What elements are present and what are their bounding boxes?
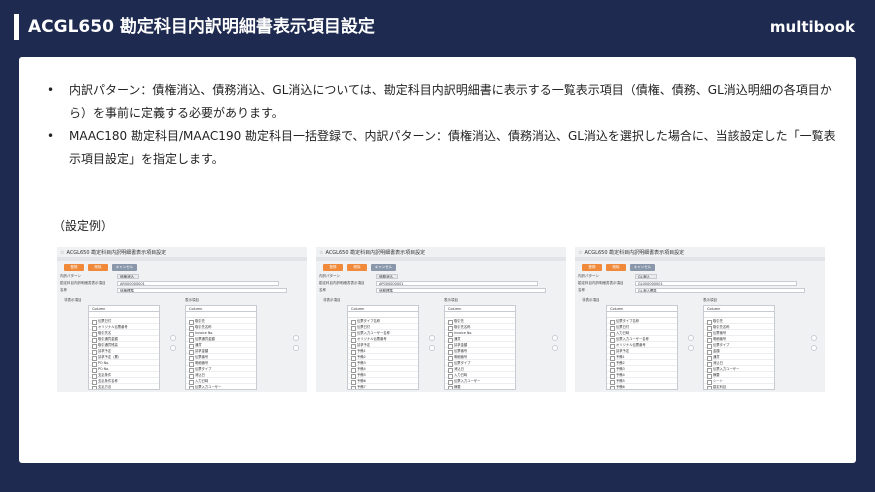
list-item[interactable]: 摘要 — [445, 384, 515, 389]
delete-button[interactable]: 削除 — [606, 264, 626, 271]
bullet-item: MAAC180 勘定科目/MAAC190 勘定科目一括登録で、内訳パターン：債権… — [47, 125, 837, 171]
name-field[interactable]: 債務標準 — [376, 288, 546, 293]
setting-label: 勘定科目内訳明細書表示項目 — [578, 281, 624, 285]
name-field[interactable]: GL消込標準 — [635, 288, 805, 293]
example-label: （設定例） — [53, 219, 114, 233]
screen-toolbar — [316, 257, 566, 261]
bullet-item: 内訳パターン：債権消込、債務消込、GL消込については、勘定科目内訳明細書に表示す… — [47, 79, 837, 125]
cancel-button[interactable]: キャンセル — [112, 264, 137, 271]
example-screenshot: ☆ ACGL650 勘定科目内訳明細書表示項目設定 登録 削除 キャンセル 内訳パターン債… — [316, 247, 566, 392]
name-label: 名称 — [60, 288, 67, 292]
bullet-list: 内訳パターン：債権消込、債務消込、GL消込については、勘定科目内訳明細書に表示す… — [47, 79, 837, 171]
screen-title: ☆ ACGL650 勘定科目内訳明細書表示項目設定 — [319, 250, 426, 256]
move-down-button[interactable] — [811, 345, 817, 351]
pattern-label: 内訳パターン — [60, 274, 81, 278]
name-label: 名称 — [578, 288, 585, 292]
shown-items-header: 表示項目 — [703, 298, 717, 302]
move-right-button[interactable] — [429, 335, 435, 341]
setting-label: 勘定科目内訳明細書表示項目 — [60, 281, 106, 285]
example-screenshot: ☆ ACGL650 勘定科目内訳明細書表示項目設定 登録 削除 キャンセル 内訳パターン債… — [57, 247, 307, 392]
content-card: 内訳パターン：債権消込、債務消込、GL消込については、勘定科目内訳明細書に表示す… — [19, 57, 856, 463]
slide-header: ACGL650 勘定科目内訳明細書表示項目設定 multibook — [0, 0, 875, 56]
screen-toolbar — [57, 257, 307, 261]
move-up-button[interactable] — [811, 335, 817, 341]
setting-field[interactable]: GL000000001 — [635, 281, 797, 286]
move-right-button[interactable] — [688, 335, 694, 341]
cancel-button[interactable]: キャンセル — [371, 264, 396, 271]
move-down-button[interactable] — [293, 345, 299, 351]
pattern-field[interactable]: 債権消込 — [117, 274, 139, 279]
register-button[interactable]: 登録 — [582, 264, 602, 271]
header-accent-bar — [14, 14, 19, 40]
register-button[interactable]: 登録 — [323, 264, 343, 271]
hidden-items-header: 非表示項目 — [582, 298, 600, 302]
move-down-button[interactable] — [552, 345, 558, 351]
screen-title: ☆ ACGL650 勘定科目内訳明細書表示項目設定 — [60, 250, 167, 256]
shown-items-list[interactable]: Column 取引先 取引先名称 Invoice No. 通貨 請求金額 伝票番号 明細番号伝… — [444, 305, 516, 390]
pattern-field[interactable]: GL消込 — [635, 274, 657, 279]
setting-label: 勘定科目内訳明細書表示項目 — [319, 281, 365, 285]
hidden-items-list[interactable]: Column 伝票日付 オリジナル伝票番号 取引先名 取引通貨金額 取引通貨残高 請求予定請… — [88, 305, 160, 390]
hidden-items-list[interactable]: Column 伝票タイプ名称 伝票日付 入力日時 伝票入力ユーザー名称 オリジナル伝票番号… — [606, 305, 678, 390]
move-left-button[interactable] — [429, 345, 435, 351]
name-field[interactable]: 債権標準 — [117, 288, 287, 293]
multibook-logo: multibook — [769, 18, 855, 36]
star-icon: ☆ — [60, 250, 65, 256]
hidden-items-list[interactable]: Column 伝票タイプ名称 伝票日付 伝票入力ユーザー名称 オリジナル伝票番号 請求予定… — [347, 305, 419, 390]
list-item[interactable]: 伝票入力ユーザー — [186, 384, 256, 389]
shown-items-list[interactable]: Column 取引先 取引先名称 伝票番号 明細番号 伝票タイプ 金額 通貨 消込日 伝票入力ユー… — [703, 305, 775, 390]
move-left-button[interactable] — [688, 345, 694, 351]
cancel-button[interactable]: キャンセル — [630, 264, 655, 271]
shown-items-header: 表示項目 — [185, 298, 199, 302]
example-screenshot: ☆ ACGL650 勘定科目内訳明細書表示項目設定登録 削除 キャンセル内訳パターン G… — [575, 247, 825, 392]
move-left-button[interactable] — [170, 345, 176, 351]
pattern-label: 内訳パターン — [319, 274, 340, 278]
list-item[interactable]: 予備7 — [348, 384, 418, 389]
list-item[interactable]: 勘定科目 — [704, 384, 774, 389]
slide-title: ACGL650 勘定科目内訳明細書表示項目設定 — [28, 17, 375, 37]
move-up-button[interactable] — [552, 335, 558, 341]
register-button[interactable]: 登録 — [64, 264, 84, 271]
name-label: 名称 — [319, 288, 326, 292]
pattern-field[interactable]: 債務消込 — [376, 274, 398, 279]
screen-toolbar — [575, 257, 825, 261]
hidden-items-header: 非表示項目 — [64, 298, 82, 302]
shown-items-header: 表示項目 — [444, 298, 458, 302]
shown-items-list[interactable]: Column 取引先 取引先名称 Invoice No. 伝票通貨金額 通貨 請求金額 伝票番… — [185, 305, 257, 390]
list-item[interactable]: 予備6 — [607, 384, 677, 389]
list-item[interactable]: 支払方法 — [89, 384, 159, 389]
pattern-label: 内訳パターン — [578, 274, 599, 278]
setting-field[interactable]: AR000000001 — [117, 281, 279, 286]
delete-button[interactable]: 削除 — [347, 264, 367, 271]
hidden-items-header: 非表示項目 — [323, 298, 341, 302]
star-icon: ☆ — [578, 250, 583, 256]
setting-field[interactable]: AP000000001 — [376, 281, 538, 286]
screen-title: ☆ ACGL650 勘定科目内訳明細書表示項目設定 — [578, 250, 685, 256]
delete-button[interactable]: 削除 — [88, 264, 108, 271]
move-right-button[interactable] — [170, 335, 176, 341]
star-icon: ☆ — [319, 250, 324, 256]
move-up-button[interactable] — [293, 335, 299, 341]
